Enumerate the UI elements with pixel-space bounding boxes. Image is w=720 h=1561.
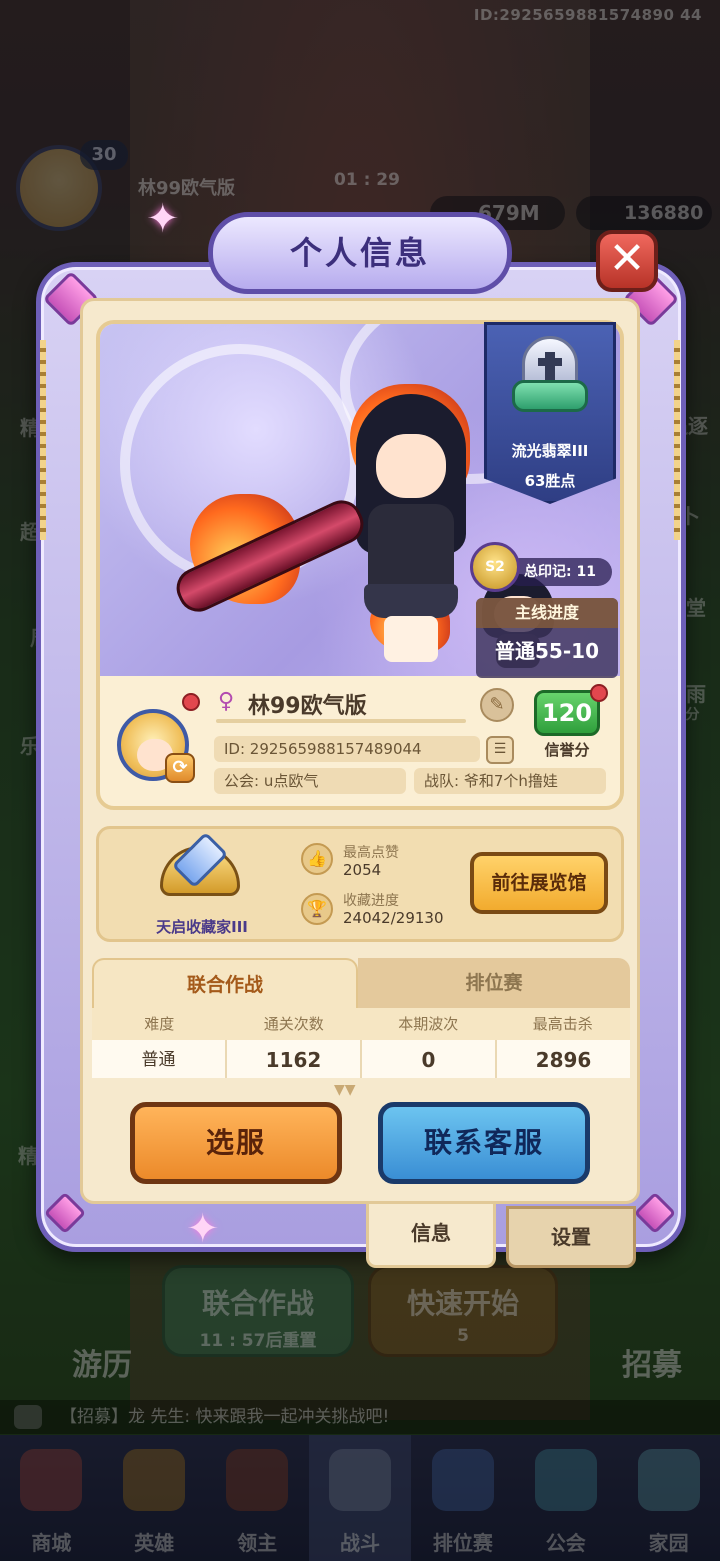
main-progress-title: 主线进度 (476, 598, 618, 628)
trophy-icon: 🏆 (301, 893, 333, 925)
col-waves: 本期波次 (398, 1015, 459, 1033)
tab-coop-stats[interactable]: 联合作战 (92, 958, 358, 1008)
hero-face (376, 434, 446, 498)
go-to-exhibition-button[interactable]: 前往展览馆 (470, 852, 608, 914)
tab-info[interactable]: 信息 (366, 1204, 496, 1268)
main-progress-box: 主线进度 普通55-10 (476, 598, 618, 678)
dialog-title-plate: 个人信息 (208, 212, 512, 294)
col-difficulty: 难度 (144, 1015, 175, 1033)
cell-clears: 1162 (227, 1040, 362, 1078)
contact-support-button[interactable]: 联系客服 (378, 1102, 590, 1184)
cell-difficulty: 普通 (92, 1040, 227, 1078)
dialog-title: 个人信息 (289, 234, 430, 272)
tab-ranked-stats[interactable]: 排位赛 (358, 958, 630, 1008)
stats-table: 联合作战 排位赛 难度 通关次数 本期波次 最高击杀 普通 1162 0 289… (92, 958, 630, 1078)
col-clears: 通关次数 (263, 1015, 324, 1033)
sparkle-icon: ✦ (146, 196, 180, 242)
gender-icon: ♀ (218, 689, 235, 714)
notification-dot (182, 693, 200, 711)
player-name: 林99欧气版 (248, 694, 367, 719)
rank-emblem-cross (545, 352, 555, 380)
chain-right (674, 340, 680, 540)
rank-emblem-base (512, 380, 588, 412)
seal-count: 总印记: 11 (506, 558, 612, 586)
scroll-down-icon: ▼▼ (334, 1082, 356, 1098)
copy-id-icon[interactable]: ☰ (486, 736, 514, 764)
edit-name-feather-icon[interactable]: ✎ (480, 688, 514, 722)
guild-name: 公会: u点欧气 (214, 768, 406, 794)
stats-tabs: 联合作战 排位赛 (92, 958, 630, 1008)
hero-legs (384, 616, 438, 662)
collection-progress-value: 24042/29130 (343, 909, 444, 927)
table-row: 普通 1162 0 2896 (92, 1040, 630, 1078)
rank-name: 流光翡翠III (511, 442, 589, 460)
cell-max-kills: 2896 (535, 1048, 592, 1072)
main-progress-value: 普通55-10 (495, 639, 599, 663)
collection-progress-label: 收藏进度 (343, 893, 399, 909)
credit-score-label: 信誉分 (544, 741, 590, 759)
sparkle-icon: ✦ (186, 1206, 220, 1252)
player-id: ID: 292565988157489044 (214, 736, 480, 762)
likes-value: 2054 (343, 861, 382, 879)
collector-badge-icon[interactable] (160, 831, 240, 916)
chain-left (40, 340, 46, 540)
collector-title: 天启收藏家III (156, 918, 248, 936)
thumbs-up-icon: 👍 (301, 843, 333, 875)
tab-settings[interactable]: 设置 (506, 1206, 636, 1268)
close-button[interactable]: ✕ (596, 230, 658, 292)
season-badge-icon[interactable]: S2 (470, 542, 520, 592)
select-server-button[interactable]: 选服 (130, 1102, 342, 1184)
stats-header: 难度 通关次数 本期波次 最高击杀 (92, 1008, 630, 1040)
notification-dot (590, 684, 608, 702)
rank-points: 63胜点 (524, 472, 576, 490)
team-name: 战队: 爷和7个h撸娃 (414, 768, 606, 794)
rank-emblem-cross (538, 358, 562, 366)
hero-skirt (364, 584, 458, 618)
likes-label: 最高点赞 (343, 845, 399, 861)
change-avatar-icon[interactable]: ⟳ (165, 753, 195, 783)
name-underline (216, 719, 466, 723)
cell-waves: 0 (362, 1040, 497, 1078)
col-max-kills: 最高击杀 (532, 1015, 593, 1033)
rank-emblem-icon (512, 336, 588, 420)
